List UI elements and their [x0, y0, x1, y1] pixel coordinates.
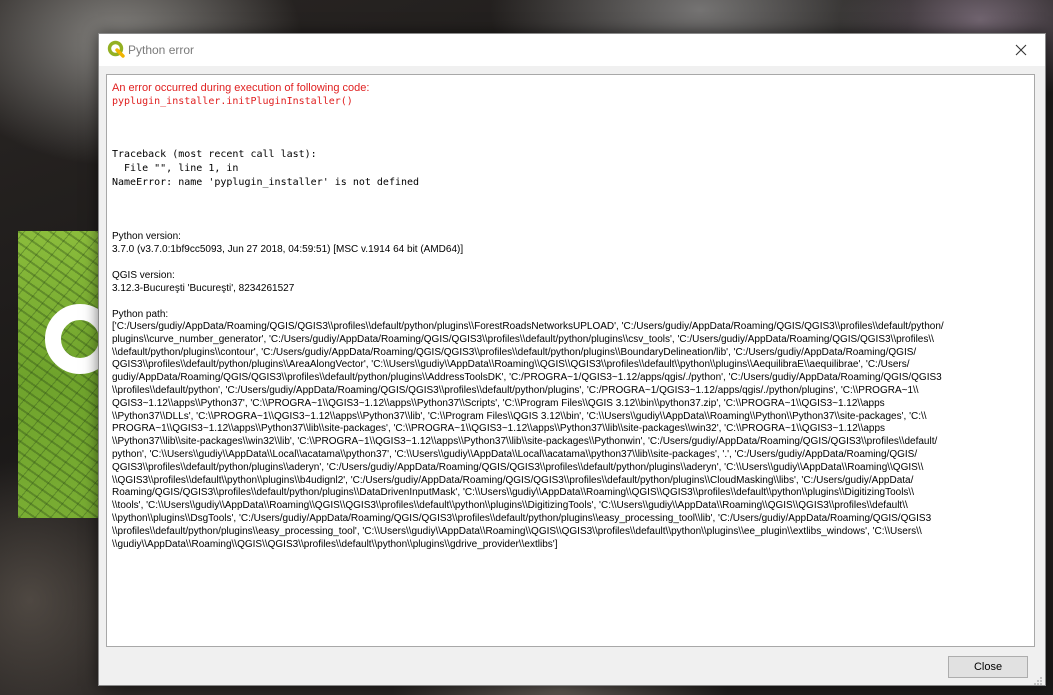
python-path-line: QGIS3~1.12\\apps\\Python37', 'C:\\PROGRA…	[112, 397, 885, 409]
python-path-line: \\Python37\\DLLs', 'C:\\PROGRA~1\\QGIS3~…	[112, 410, 927, 422]
python-path-line: \\python\\plugins\\DsgTools', 'C:/Users/…	[112, 512, 932, 524]
python-error-dialog: Python error An error occurred during ex…	[98, 33, 1046, 686]
traceback-line: NameError: name 'pyplugin_installer' is …	[112, 177, 420, 188]
error-text-area[interactable]: An error occurred during execution of fo…	[106, 74, 1035, 647]
python-path-line: plugins\\curve_number_generator', 'C:/Us…	[112, 333, 934, 345]
qgis-version-value: 3.12.3-Bucureşti 'Bucureşti', 8234261527	[112, 283, 295, 294]
python-path-label: Python path:	[112, 309, 169, 320]
resize-grip-icon[interactable]	[1033, 673, 1043, 685]
python-path-line: \\Python37\\lib\\site-packages\\win32\\l…	[112, 436, 938, 448]
python-path-line: PROGRA~1\\QGIS3~1.12\\apps\\Python37\\li…	[112, 423, 886, 435]
traceback-line: Traceback (most recent call last):	[112, 149, 317, 160]
qgis-q-logo-icon	[45, 304, 98, 374]
python-version-value: 3.7.0 (v3.7.0:1bf9cc5093, Jun 27 2018, 0…	[112, 244, 464, 255]
traceback-line: File "", line 1, in	[112, 163, 239, 174]
close-icon[interactable]	[1001, 36, 1041, 64]
python-path-line: QGIS3\\profiles\\default/python/plugins\…	[112, 461, 924, 473]
title-bar[interactable]: Python error	[99, 34, 1045, 66]
qgis-logo-icon	[107, 40, 125, 58]
python-path-line: \\gudiy\\AppData\\Roaming\\QGIS\\QGIS3\\…	[112, 538, 558, 550]
python-path-line: \\profiles\\default/python/plugins\\easy…	[112, 525, 922, 537]
qgis-splash-map	[18, 231, 98, 518]
python-path-line: gudiy/AppData/Roaming/QGIS/QGIS3\\profil…	[112, 372, 942, 384]
error-code: pyplugin_installer.initPluginInstaller()	[112, 96, 353, 107]
window-title: Python error	[128, 43, 195, 57]
qgis-version-label: QGIS version:	[112, 270, 175, 281]
close-button[interactable]: Close	[948, 656, 1028, 678]
python-path-line: \\QGIS3\\profiles\\default\\python\\plug…	[112, 474, 914, 486]
python-path-line: Roaming/QGIS/QGIS3\\profiles\\default/py…	[112, 487, 914, 499]
python-path-line: \\default/python/plugins\\contour', 'C:/…	[112, 346, 917, 358]
python-path-line: \\tools', 'C:\\Users\\gudiy\\AppData\\Ro…	[112, 500, 908, 512]
error-heading: An error occurred during execution of fo…	[112, 82, 370, 94]
python-path-line: \\profiles\\default/python', 'C:/Users/g…	[112, 384, 919, 396]
python-path-line: python', 'C:\\Users\\gudiy\\AppData\\Loc…	[112, 448, 918, 460]
python-version-label: Python version:	[112, 231, 181, 242]
python-path-line: QGIS3\\profiles\\default/python/plugins\…	[112, 359, 910, 371]
python-path-line: ['C:/Users/gudiy/AppData/Roaming/QGIS/QG…	[112, 321, 944, 332]
